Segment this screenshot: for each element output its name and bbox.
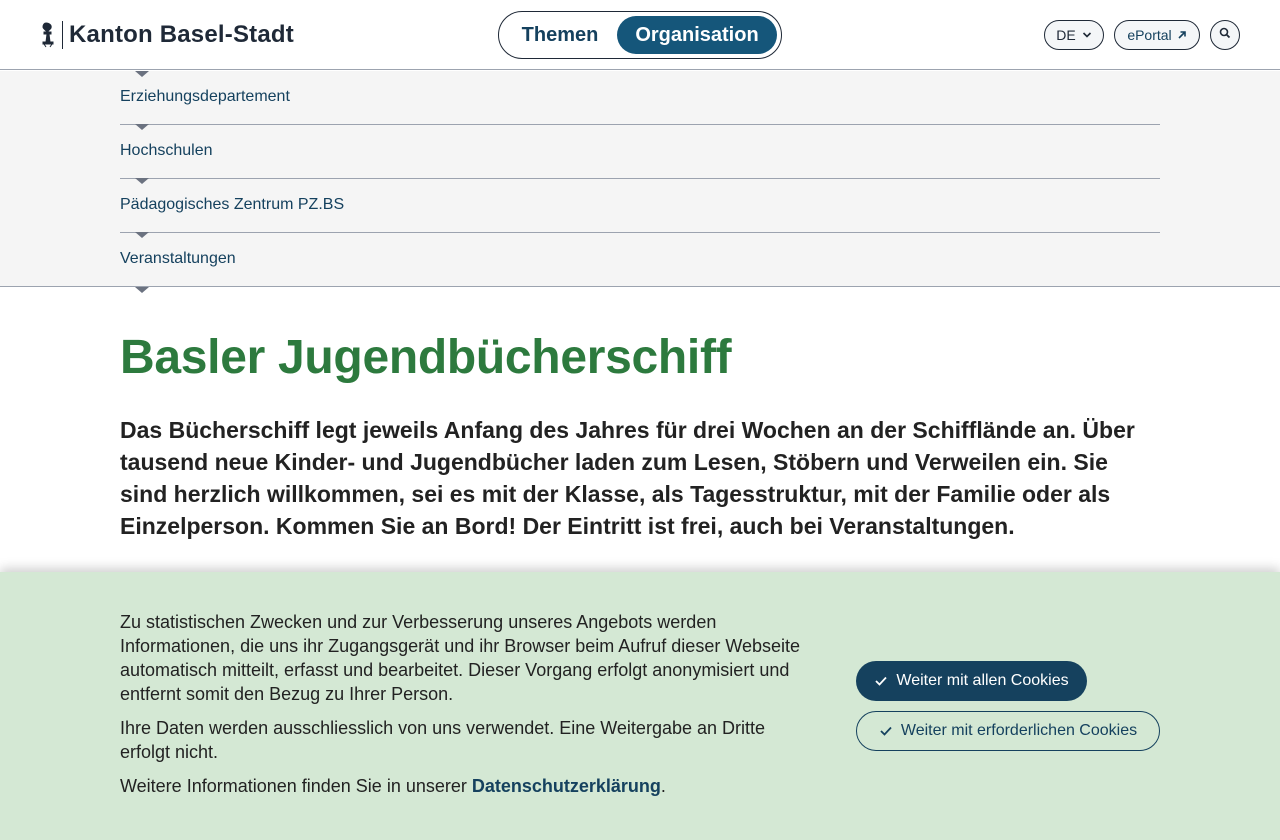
cookie-paragraph-2: Ihre Daten werden ausschliesslich von un… <box>120 718 766 762</box>
site-header: Kanton Basel-Stadt Themen Organisation D… <box>0 0 1280 70</box>
cookie-text: Zu statistischen Zwecken und zur Verbess… <box>120 610 820 808</box>
breadcrumb-item: Pädagogisches Zentrum PZ.BS <box>120 179 1160 238</box>
site-logo[interactable]: Kanton Basel-Stadt <box>38 20 294 50</box>
breadcrumb-link-veranstaltungen[interactable]: Veranstaltungen <box>120 250 236 268</box>
nav-organisation[interactable]: Organisation <box>617 16 777 54</box>
accept-required-cookies-button[interactable]: Weiter mit erforderlichen Cookies <box>856 711 1160 751</box>
lead-paragraph: Das Bücherschiff legt jeweils Anfang des… <box>120 417 1135 539</box>
nav-themen[interactable]: Themen <box>503 16 617 54</box>
eportal-link[interactable]: ePortal <box>1114 20 1200 50</box>
checkmark-icon <box>874 674 888 688</box>
external-arrow-icon <box>1177 27 1187 43</box>
breadcrumb-link-pz-bs[interactable]: Pädagogisches Zentrum PZ.BS <box>120 196 344 214</box>
cookie-banner: Zu statistischen Zwecken und zur Verbess… <box>0 572 1280 840</box>
privacy-policy-link[interactable]: Datenschutzerklärung <box>472 776 661 796</box>
breadcrumb-item: Hochschulen <box>120 125 1160 184</box>
breadcrumb-link-erziehungsdepartement[interactable]: Erziehungsdepartement <box>120 88 290 106</box>
language-label: DE <box>1056 27 1076 43</box>
accept-all-label: Weiter mit allen Cookies <box>896 672 1069 689</box>
eportal-label: ePortal <box>1127 27 1172 43</box>
cookie-info-suffix: . <box>660 776 666 796</box>
logo-divider <box>62 21 63 49</box>
main-nav-switch: Themen Organisation <box>498 11 782 59</box>
breadcrumb-item: Erziehungsdepartement <box>120 71 1160 130</box>
checkmark-icon <box>879 724 893 738</box>
caret-down-icon <box>135 287 149 293</box>
basel-staff-icon <box>38 21 58 49</box>
accept-required-label: Weiter mit erforderlichen Cookies <box>900 722 1138 739</box>
breadcrumb: Erziehungsdepartement Hochschulen Pädago… <box>0 71 1280 287</box>
search-icon <box>1219 26 1231 44</box>
cookie-paragraph-3: Weitere Informationen finden Sie in unse… <box>120 774 820 798</box>
page-title: Basler Jugendbücherschiff <box>120 331 732 384</box>
cookie-paragraph-1: Zu statistischen Zwecken und zur Verbess… <box>120 612 801 704</box>
language-selector[interactable]: DE <box>1044 20 1104 50</box>
breadcrumb-item: Veranstaltungen <box>120 233 1160 287</box>
site-name: Kanton Basel-Stadt <box>69 21 294 48</box>
breadcrumb-link-hochschulen[interactable]: Hochschulen <box>120 142 213 160</box>
accept-all-cookies-button[interactable]: Weiter mit allen Cookies <box>856 661 1087 701</box>
chevron-down-icon <box>1082 27 1092 43</box>
cookie-info-text: Weitere Informationen finden Sie in unse… <box>120 776 472 796</box>
search-button[interactable] <box>1210 20 1240 50</box>
